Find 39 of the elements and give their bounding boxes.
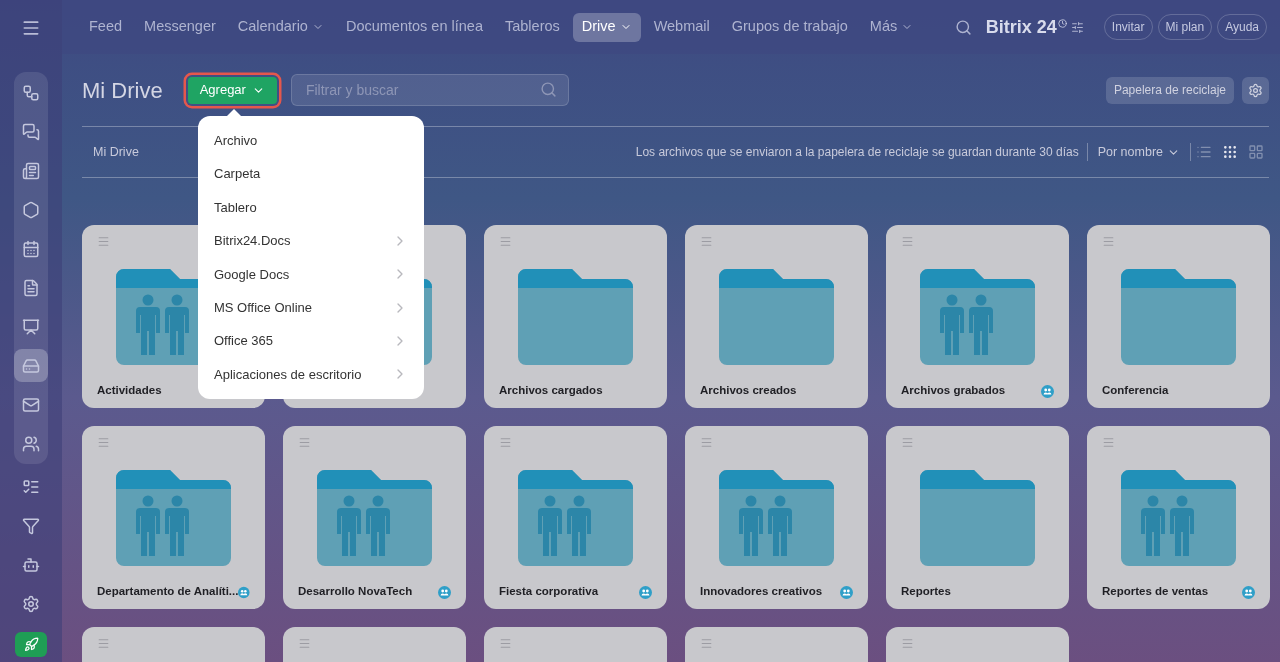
folder-card[interactable]: Fiesta corporativa — [484, 426, 667, 609]
nav-tab[interactable]: Messenger — [135, 12, 225, 42]
trash-button[interactable]: Papelera de reciclaje — [1105, 76, 1234, 104]
folder-card[interactable]: Archivos cargados — [484, 225, 667, 408]
folder-name: Conferencia — [1102, 383, 1169, 399]
folder-card[interactable]: Reportes de ventas — [1087, 426, 1270, 609]
folder-card[interactable]: Reportes — [886, 426, 1069, 609]
folder-card[interactable]: Conferencia — [1087, 225, 1270, 408]
nav-tab[interactable]: Webmail — [644, 12, 719, 42]
folder-name: Archivos creados — [700, 383, 797, 399]
breadcrumb[interactable]: Mi Drive — [93, 142, 139, 162]
folder-name: Departamento de Analíti... — [97, 584, 239, 600]
folder-card[interactable]: Desarrollo NovaTech — [283, 426, 466, 609]
nav-tab[interactable]: Más — [860, 12, 923, 42]
nav-tab[interactable]: Drive — [572, 12, 641, 42]
nav-tab[interactable]: Documentos en línea — [336, 12, 492, 42]
folder-name: Innovadores creativos — [700, 584, 823, 600]
folder-card[interactable]: Archivos grabados — [886, 225, 1069, 408]
nav-tab[interactable]: Grupos de trabajo — [722, 12, 857, 42]
sort-dropdown[interactable]: Por nombre — [1087, 142, 1191, 162]
menu-item[interactable]: Archivo — [198, 124, 424, 158]
trash-notice: Los archivos que se enviaron a la papelera de reciclaje se guardan durante 30 días — [635, 143, 1088, 161]
nav-tab[interactable]: Calendario — [228, 12, 333, 42]
folder-name: Archivos grabados — [901, 383, 1006, 399]
menu-item[interactable]: Tablero — [198, 190, 424, 225]
folder-name: Fiesta corporativa — [499, 584, 599, 600]
menu-item[interactable]: Carpeta — [198, 157, 424, 191]
nav-tab[interactable]: Feed — [80, 12, 132, 42]
folder-card[interactable]: Departamento de Analíti... — [82, 426, 265, 609]
folder-name: Reportes — [901, 584, 951, 600]
folder-name: Desarrollo NovaTech — [298, 584, 413, 600]
nav-tab[interactable]: Tableros — [495, 12, 569, 42]
folder-name: Reportes de ventas — [1102, 584, 1209, 600]
logo: Bitrix 24 — [985, 15, 1057, 39]
folder-name: Archivos cargados — [499, 383, 603, 399]
page-title: Mi Drive — [82, 76, 163, 105]
folder-card[interactable]: Innovadores creativos — [685, 426, 868, 609]
folder-name: Actividades — [97, 383, 162, 399]
folder-card[interactable]: Archivos creados — [685, 225, 868, 408]
